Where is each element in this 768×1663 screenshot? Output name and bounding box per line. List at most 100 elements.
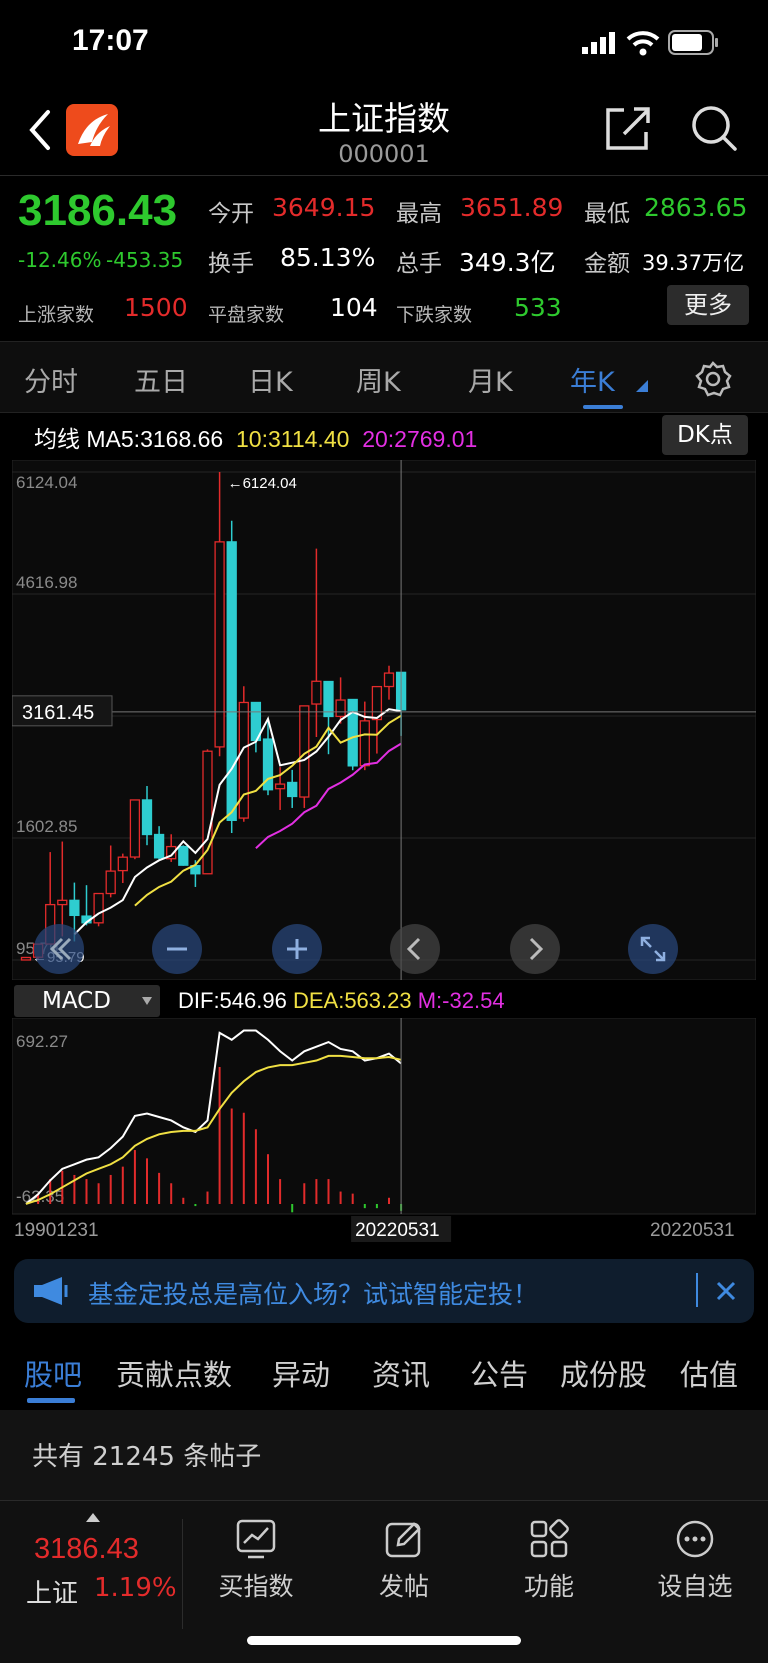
- dk-point-button[interactable]: DK点: [662, 415, 748, 455]
- expand-icon: [640, 936, 666, 962]
- post-button[interactable]: 发帖: [349, 1519, 459, 1629]
- zoom-in-button[interactable]: [272, 924, 322, 974]
- x-axis-start-label: 19901231: [14, 1220, 99, 1241]
- candle-body: [178, 845, 189, 866]
- up-count-label: 上涨家数: [18, 304, 95, 326]
- candle-body: [93, 892, 104, 924]
- zoom-out-button[interactable]: [152, 924, 202, 974]
- open-value: 3649.15: [272, 193, 376, 222]
- zoom-in-icon: [287, 939, 307, 959]
- tab-news[interactable]: 资讯: [372, 1352, 430, 1394]
- zoom-out-icon: [167, 947, 187, 951]
- last-price: 3186.43: [18, 186, 178, 235]
- page-title: 上证指数: [318, 99, 450, 138]
- signal-icon: [582, 32, 615, 54]
- tab-announcements[interactable]: 公告: [470, 1352, 528, 1394]
- dock-divider: [182, 1519, 183, 1629]
- chart-trend-icon: [236, 1519, 276, 1559]
- turnover-value: 85.13%: [280, 243, 376, 272]
- ad-banner[interactable]: 基金定投总是高位入场？试试智能定投！: [14, 1259, 754, 1323]
- expand-button[interactable]: [628, 924, 678, 974]
- add-watchlist-label: 设自选: [657, 1572, 733, 1601]
- search-icon[interactable]: [690, 104, 738, 152]
- next-button[interactable]: [510, 924, 560, 974]
- functions-button[interactable]: 功能: [494, 1519, 604, 1629]
- candle-body: [141, 799, 153, 836]
- open-label: 今开: [208, 201, 254, 227]
- tab-week-k[interactable]: 周K: [356, 360, 401, 399]
- candle-body: [226, 541, 237, 821]
- turnover-label: 换手: [208, 251, 254, 277]
- prev-button[interactable]: [390, 924, 440, 974]
- change-pct: -12.46%: [18, 248, 102, 272]
- candle-body: [359, 720, 370, 767]
- candle-body: [117, 856, 128, 872]
- candle-body: [153, 833, 165, 859]
- tab-five-day[interactable]: 五日: [134, 360, 188, 399]
- low-label: 最低: [584, 201, 630, 227]
- active-tab-indicator: [27, 1398, 75, 1403]
- ma-legend: 均线 MA5:3168.66 10:3114.40 20:2769.01: [34, 420, 477, 454]
- content-tabs: 股吧 贡献点数 异动 资讯 公告 成份股 估值: [0, 1338, 768, 1408]
- buy-index-button[interactable]: 买指数: [201, 1519, 311, 1629]
- flat-count-label: 平盘家数: [208, 304, 285, 326]
- tab-year-k[interactable]: 年K: [570, 360, 615, 399]
- posts-count: 共有 21245 条帖子: [32, 1442, 262, 1472]
- candlestick-chart[interactable]: 6124.044616.983109.911602.8595.793161.45…: [12, 460, 756, 980]
- flat-count-value: 104: [330, 293, 378, 322]
- next-icon: [529, 937, 544, 961]
- settings-gear-icon[interactable]: [694, 360, 732, 398]
- expand-up-icon[interactable]: [86, 1513, 100, 1522]
- tab-valuation[interactable]: 估值: [680, 1352, 738, 1394]
- m-value: M:-32.54: [417, 988, 505, 1013]
- dock-ticker-name: 上证: [26, 1579, 79, 1609]
- tab-guba[interactable]: 股吧: [24, 1352, 82, 1394]
- grid-icon: [530, 1519, 569, 1558]
- megaphone-icon: [34, 1277, 68, 1305]
- indicator-select[interactable]: MACD: [14, 985, 160, 1017]
- candle-body: [105, 870, 116, 895]
- macd-legend: DIF:546.96 DEA:563.23 M:-32.54: [178, 988, 505, 1014]
- tab-day-k[interactable]: 日K: [248, 360, 293, 399]
- candle-body: [129, 799, 141, 858]
- share-icon[interactable]: [604, 104, 652, 152]
- more-dots-icon: [676, 1520, 714, 1558]
- x-axis-cursor-label: 20220531: [355, 1220, 440, 1241]
- tab-fenshi[interactable]: 分时: [24, 360, 78, 399]
- down-count-label: 下跌家数: [396, 304, 473, 326]
- candle-body: [214, 541, 225, 748]
- y-tick-label: 6124.04: [16, 473, 77, 492]
- dropdown-triangle-icon: [636, 380, 648, 392]
- macd-y-tick-label: 692.27: [16, 1032, 68, 1051]
- tab-contribution[interactable]: 贡献点数: [116, 1352, 232, 1394]
- stock-code: 000001: [338, 140, 430, 168]
- candle-body: [335, 699, 346, 718]
- y-tick-label: 4616.98: [16, 573, 77, 592]
- candle-body: [20, 956, 32, 961]
- y-tick-label: 1602.85: [16, 817, 77, 836]
- dif-value: DIF:546.96: [178, 988, 287, 1013]
- functions-label: 功能: [523, 1572, 574, 1601]
- high-label: 最高: [396, 201, 442, 227]
- status-time: 17:07: [72, 24, 149, 57]
- candle-body: [323, 680, 334, 718]
- change-abs: -453.35: [106, 248, 184, 272]
- home-indicator: [247, 1636, 521, 1645]
- candle-body: [347, 698, 358, 767]
- post-label: 发帖: [378, 1572, 429, 1601]
- edit-icon: [385, 1522, 421, 1558]
- battery-icon: [668, 30, 718, 55]
- ma20-value: 20:2769.01: [362, 426, 478, 452]
- close-icon[interactable]: [716, 1281, 736, 1301]
- candle-body: [287, 781, 298, 798]
- more-button[interactable]: 更多: [667, 285, 749, 325]
- rewind-button[interactable]: [34, 924, 84, 974]
- macd-chart[interactable]: 692.27-62.3519901231 20220531 20220531: [12, 1018, 756, 1244]
- posts-summary: 共有 21245 条帖子: [0, 1410, 768, 1500]
- wifi-icon: [626, 31, 660, 56]
- tab-constituents[interactable]: 成份股: [560, 1352, 647, 1394]
- buy-index-label: 买指数: [218, 1572, 294, 1601]
- add-watchlist-button[interactable]: 设自选: [640, 1519, 750, 1629]
- tab-anomaly[interactable]: 异动: [272, 1352, 330, 1394]
- tab-month-k[interactable]: 月K: [468, 360, 513, 399]
